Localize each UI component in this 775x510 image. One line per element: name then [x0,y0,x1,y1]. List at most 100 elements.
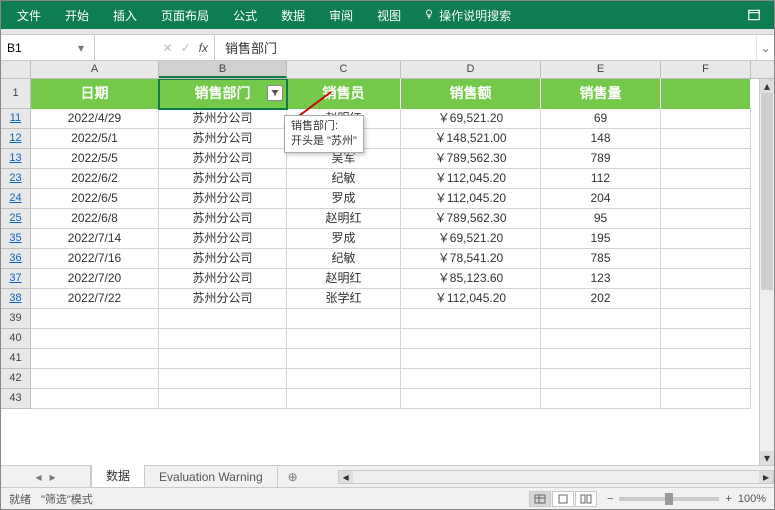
name-box-input[interactable] [1,41,71,55]
cell[interactable]: 苏州分公司 [159,169,287,189]
cell[interactable] [661,389,751,409]
col-header-d[interactable]: D [401,61,541,78]
cell[interactable] [661,169,751,189]
cancel-icon[interactable]: ✕ [163,41,173,55]
scroll-up-icon[interactable]: ▴ [760,79,774,93]
row-header[interactable]: 1 [1,79,31,109]
cell[interactable]: 苏州分公司 [159,209,287,229]
row-header[interactable]: 38 [1,289,31,309]
cell[interactable]: ￥69,521.20 [401,109,541,129]
scroll-right-icon[interactable]: ▸ [759,471,773,483]
vertical-scrollbar[interactable]: ▴ ▾ [759,79,774,465]
zoom-knob[interactable] [665,493,673,505]
header-cell-selected[interactable]: 销售部门 [159,79,287,109]
cell[interactable]: 2022/6/5 [31,189,159,209]
cell[interactable] [541,389,661,409]
cell[interactable]: 苏州分公司 [159,149,287,169]
ribbon-tab-home[interactable]: 开始 [53,1,101,29]
cell[interactable] [661,289,751,309]
cell[interactable] [661,129,751,149]
cell[interactable]: 112 [541,169,661,189]
cell[interactable]: ￥148,521.00 [401,129,541,149]
row-header[interactable]: 12 [1,129,31,149]
cell[interactable] [401,389,541,409]
empty-header-cell[interactable] [661,79,751,109]
scroll-down-icon[interactable]: ▾ [760,451,774,465]
cell[interactable] [287,389,401,409]
ribbon-tab-view[interactable]: 视图 [365,1,413,29]
header-cell[interactable]: 销售额 [401,79,541,109]
ribbon-tab-file[interactable]: 文件 [5,1,53,29]
cell[interactable]: 罗成 [287,229,401,249]
cell[interactable]: 2022/4/29 [31,109,159,129]
cell[interactable]: 789 [541,149,661,169]
cell[interactable] [661,189,751,209]
col-header-e[interactable]: E [541,61,661,78]
sheet-nav[interactable]: ◂ ▸ [1,466,91,487]
col-header-a[interactable]: A [31,61,159,78]
row-header[interactable]: 36 [1,249,31,269]
cell[interactable] [541,369,661,389]
col-header-c[interactable]: C [287,61,401,78]
ribbon-tab-review[interactable]: 审阅 [317,1,365,29]
filter-button[interactable] [267,85,283,101]
cell[interactable] [661,309,751,329]
col-header-b[interactable]: B [159,61,287,78]
cell[interactable]: 123 [541,269,661,289]
cell[interactable] [159,389,287,409]
row-header[interactable]: 35 [1,229,31,249]
cell[interactable] [159,349,287,369]
cell[interactable] [661,369,751,389]
cell[interactable]: ￥112,045.20 [401,189,541,209]
header-cell[interactable]: 销售量 [541,79,661,109]
name-box-dropdown-icon[interactable]: ▾ [71,41,91,55]
ribbon-tab-insert[interactable]: 插入 [101,1,149,29]
cell[interactable]: 2022/5/1 [31,129,159,149]
row-header[interactable]: 25 [1,209,31,229]
select-all-corner[interactable] [1,61,31,78]
cell[interactable]: 张学红 [287,289,401,309]
cell[interactable]: ￥112,045.20 [401,169,541,189]
cell[interactable] [31,329,159,349]
cell[interactable]: 2022/7/14 [31,229,159,249]
row-header[interactable]: 40 [1,329,31,349]
cell[interactable]: 苏州分公司 [159,269,287,289]
cell[interactable] [159,309,287,329]
row-header[interactable]: 41 [1,349,31,369]
cell[interactable] [661,209,751,229]
cell[interactable] [287,349,401,369]
cell[interactable]: 69 [541,109,661,129]
row-header[interactable]: 11 [1,109,31,129]
cell[interactable] [287,309,401,329]
cell[interactable]: 赵明红 [287,269,401,289]
row-header[interactable]: 13 [1,149,31,169]
fx-icon[interactable]: fx [199,41,208,55]
cell[interactable]: 苏州分公司 [159,289,287,309]
cell[interactable]: ￥85,123.60 [401,269,541,289]
next-sheet-icon[interactable]: ▸ [50,470,56,484]
header-cell[interactable]: 日期 [31,79,159,109]
cell[interactable]: 148 [541,129,661,149]
cell[interactable]: 罗成 [287,189,401,209]
ribbon-tab-layout[interactable]: 页面布局 [149,1,221,29]
cell[interactable] [287,329,401,349]
cell[interactable] [661,269,751,289]
cell[interactable] [31,369,159,389]
cell[interactable] [661,149,751,169]
sheet-tab-active[interactable]: 数据 [91,463,145,487]
cell[interactable] [541,329,661,349]
row-header[interactable]: 24 [1,189,31,209]
cell[interactable] [401,329,541,349]
cell[interactable]: 2022/6/8 [31,209,159,229]
cell[interactable] [541,349,661,369]
cell[interactable]: 苏州分公司 [159,189,287,209]
row-header[interactable]: 42 [1,369,31,389]
horizontal-scrollbar[interactable]: ◂ ▸ [338,470,774,484]
cell[interactable] [541,309,661,329]
expand-formula-bar-icon[interactable]: ⌄ [756,35,774,60]
zoom-in-button[interactable]: + [725,493,731,505]
cell[interactable] [287,369,401,389]
cell[interactable] [661,249,751,269]
cell[interactable]: 2022/6/2 [31,169,159,189]
cell[interactable]: 纪敏 [287,169,401,189]
